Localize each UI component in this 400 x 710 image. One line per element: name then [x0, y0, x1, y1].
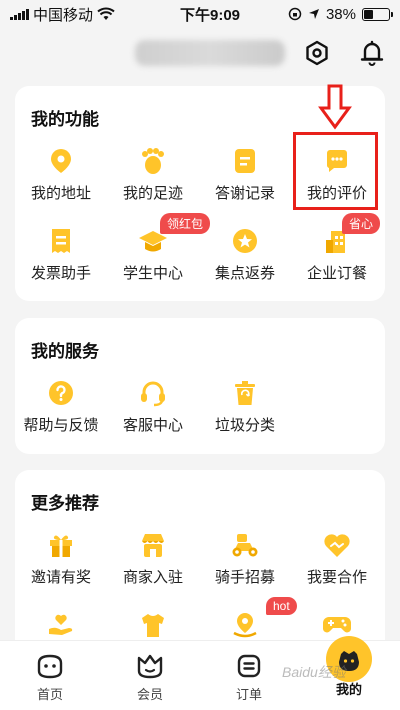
crown-face-icon	[135, 651, 165, 681]
invite-reward-item[interactable]: 邀请有奖	[15, 530, 107, 587]
customer-service-label: 客服中心	[122, 417, 183, 434]
enterprise-order-item[interactable]: 企业订餐	[291, 226, 383, 283]
tshirt-icon	[138, 610, 168, 640]
my-footprint-label: 我的足迹	[122, 185, 183, 202]
my-footprint-item[interactable]: 我的足迹	[107, 146, 199, 203]
watermark: Baidu经验	[282, 664, 346, 680]
star-coin-icon	[230, 226, 260, 256]
battery-icon	[362, 7, 393, 21]
trash-icon	[230, 378, 260, 408]
location-pin-icon	[46, 146, 76, 176]
merchant-join-label: 商家入驻	[122, 569, 183, 586]
merchant-join-item[interactable]: 商家入驻	[107, 530, 199, 587]
tab-orders-label: 订单	[235, 687, 262, 702]
hand-heart-icon	[46, 610, 76, 640]
user-name-blurred	[135, 40, 285, 66]
help-feedback-label: 帮助与反馈	[23, 417, 99, 434]
headset-icon	[138, 378, 168, 408]
invoice-helper-label: 发票助手	[30, 265, 91, 282]
location-arrow-icon	[308, 9, 319, 19]
cooperation-label: 我要合作	[306, 569, 367, 586]
help-icon	[46, 378, 76, 408]
tab-member-label: 会员	[136, 687, 163, 702]
more-recommend-title: 更多推荐	[31, 494, 99, 513]
my-services-title: 我的服务	[31, 342, 99, 361]
my-review-item[interactable]: 我的评价	[291, 146, 383, 203]
tab-home-label: 首页	[36, 687, 63, 702]
carrier-label: 中国移动	[33, 6, 94, 24]
my-review-label: 我的评价	[306, 185, 367, 202]
status-bar: 中国移动 下午9:09 38%	[0, 0, 400, 28]
rider-recruit-item[interactable]: 骑手招募	[199, 530, 291, 587]
home-face-icon	[35, 651, 65, 681]
points-coupon-item[interactable]: 集点返券	[199, 226, 291, 283]
profile-header	[0, 28, 400, 80]
gift-icon	[46, 530, 76, 560]
rotation-lock-icon	[288, 7, 302, 21]
battery-percent: 38%	[325, 5, 356, 23]
handshake-heart-icon	[322, 530, 352, 560]
game-item[interactable]	[291, 610, 383, 640]
student-center-label: 学生中心	[122, 265, 183, 282]
enterprise-order-label: 企业订餐	[306, 265, 367, 282]
location-coin-icon	[230, 610, 260, 640]
tshirt-item[interactable]	[107, 610, 199, 640]
document-icon	[230, 146, 260, 176]
help-feedback-item[interactable]: 帮助与反馈	[15, 378, 107, 435]
bell-icon[interactable]	[358, 39, 386, 67]
student-center-item[interactable]: 学生中心	[107, 226, 199, 283]
order-list-icon	[234, 651, 264, 681]
comment-bubble-icon	[322, 146, 352, 176]
points-coupon-label: 集点返券	[214, 265, 275, 282]
garbage-sort-label: 垃圾分类	[214, 417, 275, 434]
garbage-sort-item[interactable]: 垃圾分类	[199, 378, 291, 435]
invite-reward-label: 邀请有奖	[30, 569, 91, 586]
thanks-record-label: 答谢记录	[214, 185, 275, 202]
tab-home[interactable]: 首页	[10, 651, 90, 703]
invoice-helper-item[interactable]: 发票助手	[15, 226, 107, 283]
scooter-icon	[230, 530, 260, 560]
down-arrow-annotation-icon	[318, 84, 352, 130]
hexagon-settings-icon[interactable]	[303, 39, 331, 67]
invoice-icon	[46, 226, 76, 256]
worry-free-badge: 省心	[342, 213, 381, 234]
tab-member[interactable]: 会员	[110, 651, 190, 703]
status-left: 中国移动	[10, 4, 150, 25]
wifi-icon	[97, 7, 115, 20]
thanks-record-item[interactable]: 答谢记录	[199, 146, 291, 203]
my-address-label: 我的地址	[30, 185, 91, 202]
charity-item[interactable]	[15, 610, 107, 640]
signal-icon	[10, 8, 29, 20]
footprint-icon	[138, 146, 168, 176]
my-services-card: 我的服务 帮助与反馈 客服中心 垃圾分类	[15, 318, 385, 454]
tab-orders[interactable]: 订单	[209, 651, 289, 703]
my-address-item[interactable]: 我的地址	[15, 146, 107, 203]
store-icon	[138, 530, 168, 560]
cooperation-item[interactable]: 我要合作	[291, 530, 383, 587]
customer-service-item[interactable]: 客服中心	[107, 378, 199, 435]
status-time: 下午9:09	[179, 6, 241, 24]
status-right: 38%	[250, 5, 393, 23]
rider-recruit-label: 骑手招募	[214, 569, 275, 586]
my-functions-title: 我的功能	[31, 110, 99, 129]
